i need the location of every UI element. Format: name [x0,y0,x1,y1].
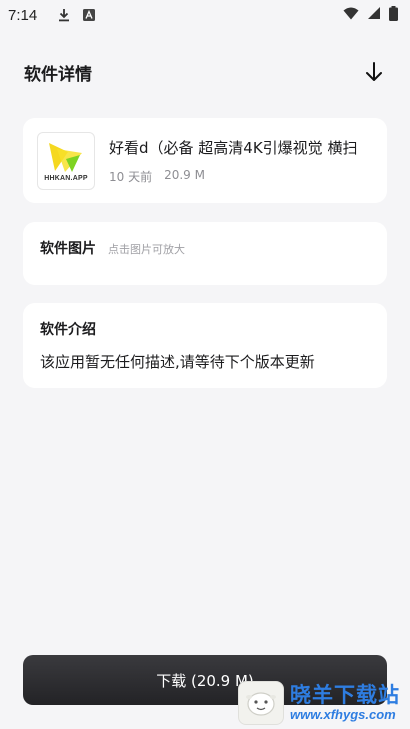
watermark-url: www.xfhygs.com [290,707,396,722]
intro-section-text: 该应用暂无任何描述,请等待下个版本更新 [40,353,315,371]
app-info: 好看d（必备 超高清4K引爆视觉 横扫 10 天前 20.9 M [109,137,373,185]
app-meta: 10 天前 20.9 M [109,168,373,185]
wifi-icon [343,6,359,24]
download-icon [57,8,71,22]
watermark-text: 晓羊下载站 www.xfhygs.com [290,683,400,722]
app-logo-icon [49,143,82,172]
app-name: 好看d（必备 超高清4K引爆视觉 横扫 [109,138,358,157]
app-icon-brand: HHKAN.APP [44,175,88,182]
arrow-down-icon[interactable] [362,60,386,84]
intro-section-title: 软件介绍 [40,322,96,338]
status-time: 7:14 [8,6,38,24]
page-title: 软件详情 [24,64,92,85]
app-size: 20.9 M [164,167,205,182]
status-right-icons [343,5,398,25]
app-card[interactable]: HHKAN.APP 好看d（必备 超高清4K引爆视觉 横扫 10 天前 20.9… [23,118,387,203]
battery-icon [389,5,398,25]
images-section-hint: 点击图片可放大 [108,243,185,256]
site-watermark: 晓羊下载站 www.xfhygs.com [238,676,410,729]
intro-section: 软件介绍 该应用暂无任何描述,请等待下个版本更新 [23,303,387,388]
keyboard-a-icon [83,9,96,21]
images-section: 软件图片 点击图片可放大 [23,222,387,285]
watermark-name: 晓羊下载站 [290,683,400,707]
status-bar: 7:14 [0,0,410,30]
app-updated: 10 天前 [109,169,153,184]
sheep-logo-icon [238,680,284,725]
signal-icon [367,6,381,24]
images-section-title: 软件图片 [40,241,96,257]
app-icon: HHKAN.APP [37,131,95,190]
page-header: 软件详情 [0,52,410,92]
